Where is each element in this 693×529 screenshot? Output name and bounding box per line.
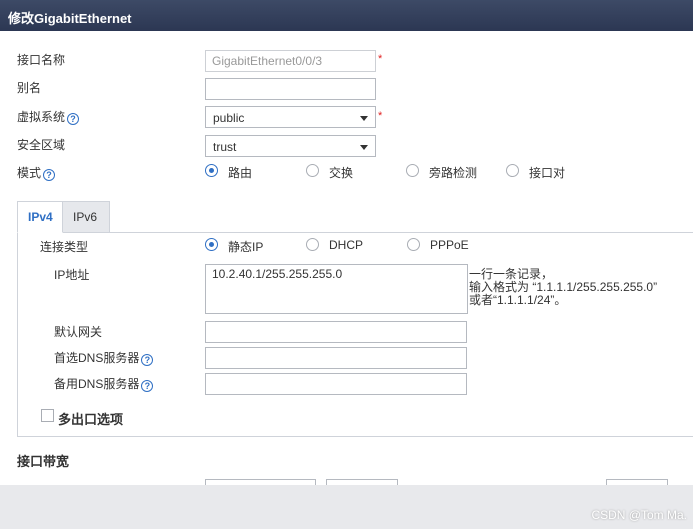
connection-type-label: 连接类型 — [40, 240, 89, 254]
help-icon[interactable]: ? — [141, 380, 154, 392]
default-gateway-input[interactable] — [205, 321, 467, 343]
multi-egress-label: 多出口选项 — [58, 412, 124, 427]
mode-option-route: 路由 — [228, 166, 253, 180]
connection-radio-static[interactable] — [205, 238, 218, 251]
multi-egress-checkbox[interactable] — [41, 409, 54, 422]
mode-label: 模式? — [17, 164, 56, 181]
primary-dns-label-text: 首选DNS服务器 — [54, 351, 140, 365]
default-gateway-label: 默认网关 — [54, 325, 103, 339]
ip-hint-line: 或者“1.1.1.1/24”。 — [469, 293, 567, 307]
backup-dns-input[interactable] — [205, 373, 467, 395]
required-marker: * — [378, 110, 383, 122]
mode-radio-bypass[interactable] — [406, 164, 419, 177]
ipv4-panel: 连接类型 静态IP DHCP PPPoE IP地址 10.2.40.1/255.… — [17, 232, 693, 437]
interface-name-label: 接口名称 — [17, 53, 66, 67]
mode-option-bypass: 旁路检测 — [429, 166, 478, 180]
dialog-title: 修改GigabitEthernet — [8, 11, 132, 26]
backup-dns-label-text: 备用DNS服务器 — [54, 377, 140, 391]
connection-radio-pppoe[interactable] — [407, 238, 420, 251]
virtual-system-value: public — [213, 111, 245, 125]
bandwidth-section-title: 接口带宽 — [17, 454, 70, 469]
watermark: CSDN @Tom Ma. — [591, 508, 687, 522]
backup-dns-label: 备用DNS服务器? — [54, 375, 154, 392]
alias-input[interactable] — [205, 78, 376, 100]
chevron-down-icon — [360, 116, 368, 121]
ip-address-label: IP地址 — [54, 268, 90, 282]
connection-radio-dhcp[interactable] — [306, 238, 319, 251]
ip-address-textarea[interactable]: 10.2.40.1/255.255.255.0 — [205, 264, 468, 314]
virtual-system-label-text: 虚拟系统 — [17, 110, 66, 124]
connection-option-pppoe: PPPoE — [430, 238, 469, 252]
virtual-system-label: 虚拟系统? — [17, 108, 80, 125]
dialog-footer: CSDN @Tom Ma. — [0, 485, 693, 529]
primary-dns-input[interactable] — [205, 347, 467, 369]
mode-label-text: 模式 — [17, 166, 42, 180]
alias-label: 别名 — [17, 81, 42, 95]
dialog-body: 接口名称 * 别名 虚拟系统? public * 安全区域 trust 模式? … — [0, 31, 693, 485]
security-zone-select[interactable]: trust — [205, 135, 376, 157]
help-icon[interactable]: ? — [141, 354, 154, 366]
primary-dns-label: 首选DNS服务器? — [54, 349, 154, 366]
security-zone-label: 安全区域 — [17, 138, 66, 152]
security-zone-value: trust — [213, 140, 237, 154]
help-icon[interactable]: ? — [67, 113, 80, 125]
virtual-system-select[interactable]: public — [205, 106, 376, 128]
mode-radio-interface-pair[interactable] — [506, 164, 519, 177]
dialog-titlebar: 修改GigabitEthernet — [0, 0, 693, 31]
mode-radio-route[interactable] — [205, 164, 218, 177]
tab-ipv6[interactable]: IPv6 — [62, 201, 110, 233]
required-marker: * — [378, 53, 383, 65]
mode-option-interface-pair: 接口对 — [529, 166, 566, 180]
connection-option-static: 静态IP — [228, 240, 264, 254]
tab-ipv4[interactable]: IPv4 — [17, 201, 63, 233]
ip-address-value: 10.2.40.1/255.255.255.0 — [212, 267, 343, 281]
ip-address-hint: 一行一条记录， 输入格式为 “1.1.1.1/255.255.255.0” 或者… — [469, 268, 657, 307]
interface-name-input — [205, 50, 376, 72]
mode-option-switch: 交换 — [329, 166, 354, 180]
connection-option-dhcp: DHCP — [329, 238, 364, 252]
mode-radio-switch[interactable] — [306, 164, 319, 177]
chevron-down-icon — [360, 145, 368, 150]
help-icon[interactable]: ? — [43, 169, 56, 181]
